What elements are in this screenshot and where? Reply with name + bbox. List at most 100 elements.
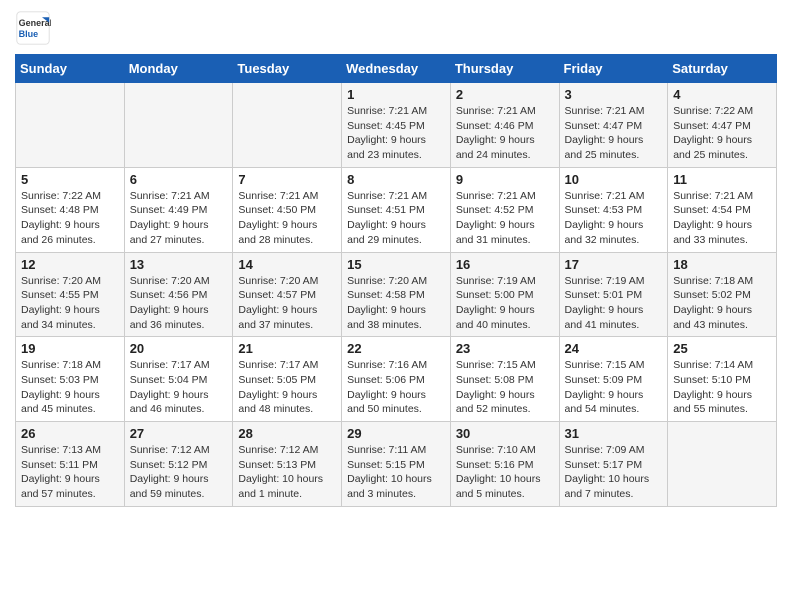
calendar-cell: 12 Sunrise: 7:20 AM Sunset: 4:55 PM Dayli…: [16, 252, 125, 337]
day-info: Sunrise: 7:21 AM Sunset: 4:53 PM Dayligh…: [565, 189, 663, 248]
day-info: Sunrise: 7:09 AM Sunset: 5:17 PM Dayligh…: [565, 443, 663, 502]
calendar-cell: 14 Sunrise: 7:20 AM Sunset: 4:57 PM Dayli…: [233, 252, 342, 337]
calendar-cell: [124, 83, 233, 168]
day-number: 1: [347, 87, 445, 102]
calendar-cell: [668, 422, 777, 507]
calendar-week-row: 1Sunrise: 7:21 AM Sunset: 4:45 PM Daylig…: [16, 83, 777, 168]
day-info: Sunrise: 7:19 AM Sunset: 5:00 PM Dayligh…: [456, 274, 554, 333]
day-info: Sunrise: 7:11 AM Sunset: 5:15 PM Dayligh…: [347, 443, 445, 502]
calendar-cell: 1Sunrise: 7:21 AM Sunset: 4:45 PM Daylig…: [342, 83, 451, 168]
day-number: 10: [565, 172, 663, 187]
day-number: 22: [347, 341, 445, 356]
day-number: 12: [21, 257, 119, 272]
calendar-cell: 16Sunrise: 7:19 AM Sunset: 5:00 PM Dayli…: [450, 252, 559, 337]
day-number: 30: [456, 426, 554, 441]
calendar-cell: 24 Sunrise: 7:15 AM Sunset: 5:09 PM Dayli…: [559, 337, 668, 422]
day-info: Sunrise: 7:21 AM Sunset: 4:51 PM Dayligh…: [347, 189, 445, 248]
day-number: 15: [347, 257, 445, 272]
day-info: Sunrise: 7:10 AM Sunset: 5:16 PM Dayligh…: [456, 443, 554, 502]
day-info: Sunrise: 7:14 AM Sunset: 5:10 PM Dayligh…: [673, 358, 771, 417]
day-info: Sunrise: 7:15 AM Sunset: 5:08 PM Dayligh…: [456, 358, 554, 417]
calendar-week-row: 5Sunrise: 7:22 AM Sunset: 4:48 PM Daylig…: [16, 167, 777, 252]
day-number: 18: [673, 257, 771, 272]
calendar-cell: [233, 83, 342, 168]
calendar-cell: [16, 83, 125, 168]
calendar-cell: 4 Sunrise: 7:22 AM Sunset: 4:47 PM Daylig…: [668, 83, 777, 168]
day-info: Sunrise: 7:17 AM Sunset: 5:04 PM Dayligh…: [130, 358, 228, 417]
calendar-week-row: 26Sunrise: 7:13 AM Sunset: 5:11 PM Dayli…: [16, 422, 777, 507]
calendar-cell: 25 Sunrise: 7:14 AM Sunset: 5:10 PM Dayli…: [668, 337, 777, 422]
day-info: Sunrise: 7:18 AM Sunset: 5:03 PM Dayligh…: [21, 358, 119, 417]
calendar-cell: 2 Sunrise: 7:21 AM Sunset: 4:46 PM Daylig…: [450, 83, 559, 168]
weekday-header-sunday: Sunday: [16, 55, 125, 83]
calendar-cell: 20 Sunrise: 7:17 AM Sunset: 5:04 PM Dayli…: [124, 337, 233, 422]
day-number: 23: [456, 341, 554, 356]
day-number: 17: [565, 257, 663, 272]
calendar-header-row: SundayMondayTuesdayWednesdayThursdayFrid…: [16, 55, 777, 83]
day-info: Sunrise: 7:20 AM Sunset: 4:56 PM Dayligh…: [130, 274, 228, 333]
day-number: 21: [238, 341, 336, 356]
calendar-cell: 3Sunrise: 7:21 AM Sunset: 4:47 PM Daylig…: [559, 83, 668, 168]
day-number: 29: [347, 426, 445, 441]
svg-text:Blue: Blue: [19, 29, 39, 39]
day-info: Sunrise: 7:21 AM Sunset: 4:49 PM Dayligh…: [130, 189, 228, 248]
header: General Blue: [15, 10, 777, 46]
day-info: Sunrise: 7:22 AM Sunset: 4:47 PM Dayligh…: [673, 104, 771, 163]
day-info: Sunrise: 7:16 AM Sunset: 5:06 PM Dayligh…: [347, 358, 445, 417]
weekday-header-tuesday: Tuesday: [233, 55, 342, 83]
calendar-cell: 28 Sunrise: 7:12 AM Sunset: 5:13 PM Dayli…: [233, 422, 342, 507]
day-number: 4: [673, 87, 771, 102]
day-number: 25: [673, 341, 771, 356]
day-info: Sunrise: 7:21 AM Sunset: 4:46 PM Dayligh…: [456, 104, 554, 163]
day-number: 31: [565, 426, 663, 441]
calendar-cell: 31 Sunrise: 7:09 AM Sunset: 5:17 PM Dayli…: [559, 422, 668, 507]
day-info: Sunrise: 7:17 AM Sunset: 5:05 PM Dayligh…: [238, 358, 336, 417]
day-number: 14: [238, 257, 336, 272]
calendar-week-row: 12 Sunrise: 7:20 AM Sunset: 4:55 PM Dayli…: [16, 252, 777, 337]
day-number: 28: [238, 426, 336, 441]
calendar-cell: 15Sunrise: 7:20 AM Sunset: 4:58 PM Dayli…: [342, 252, 451, 337]
day-number: 24: [565, 341, 663, 356]
day-number: 27: [130, 426, 228, 441]
day-info: Sunrise: 7:21 AM Sunset: 4:50 PM Dayligh…: [238, 189, 336, 248]
logo: General Blue: [15, 10, 55, 46]
day-info: Sunrise: 7:20 AM Sunset: 4:57 PM Dayligh…: [238, 274, 336, 333]
day-number: 9: [456, 172, 554, 187]
day-number: 2: [456, 87, 554, 102]
calendar-cell: 19 Sunrise: 7:18 AM Sunset: 5:03 PM Dayli…: [16, 337, 125, 422]
calendar-week-row: 19 Sunrise: 7:18 AM Sunset: 5:03 PM Dayli…: [16, 337, 777, 422]
day-number: 3: [565, 87, 663, 102]
day-info: Sunrise: 7:22 AM Sunset: 4:48 PM Dayligh…: [21, 189, 119, 248]
day-info: Sunrise: 7:19 AM Sunset: 5:01 PM Dayligh…: [565, 274, 663, 333]
day-info: Sunrise: 7:21 AM Sunset: 4:52 PM Dayligh…: [456, 189, 554, 248]
day-number: 19: [21, 341, 119, 356]
day-number: 11: [673, 172, 771, 187]
day-info: Sunrise: 7:18 AM Sunset: 5:02 PM Dayligh…: [673, 274, 771, 333]
day-info: Sunrise: 7:15 AM Sunset: 5:09 PM Dayligh…: [565, 358, 663, 417]
calendar-cell: 30 Sunrise: 7:10 AM Sunset: 5:16 PM Dayli…: [450, 422, 559, 507]
day-number: 13: [130, 257, 228, 272]
calendar-cell: 10 Sunrise: 7:21 AM Sunset: 4:53 PM Dayli…: [559, 167, 668, 252]
day-number: 8: [347, 172, 445, 187]
day-number: 20: [130, 341, 228, 356]
day-info: Sunrise: 7:20 AM Sunset: 4:55 PM Dayligh…: [21, 274, 119, 333]
day-info: Sunrise: 7:12 AM Sunset: 5:12 PM Dayligh…: [130, 443, 228, 502]
calendar-cell: 23 Sunrise: 7:15 AM Sunset: 5:08 PM Dayli…: [450, 337, 559, 422]
weekday-header-thursday: Thursday: [450, 55, 559, 83]
weekday-header-wednesday: Wednesday: [342, 55, 451, 83]
day-info: Sunrise: 7:21 AM Sunset: 4:54 PM Dayligh…: [673, 189, 771, 248]
calendar-cell: 7Sunrise: 7:21 AM Sunset: 4:50 PM Daylig…: [233, 167, 342, 252]
weekday-header-monday: Monday: [124, 55, 233, 83]
day-info: Sunrise: 7:13 AM Sunset: 5:11 PM Dayligh…: [21, 443, 119, 502]
calendar-cell: 29 Sunrise: 7:11 AM Sunset: 5:15 PM Dayli…: [342, 422, 451, 507]
calendar-cell: 17 Sunrise: 7:19 AM Sunset: 5:01 PM Dayli…: [559, 252, 668, 337]
calendar-cell: 5Sunrise: 7:22 AM Sunset: 4:48 PM Daylig…: [16, 167, 125, 252]
page: General Blue SundayMondayTuesdayWednesda…: [0, 0, 792, 522]
weekday-header-friday: Friday: [559, 55, 668, 83]
calendar-cell: 13 Sunrise: 7:20 AM Sunset: 4:56 PM Dayli…: [124, 252, 233, 337]
calendar-cell: 11 Sunrise: 7:21 AM Sunset: 4:54 PM Dayli…: [668, 167, 777, 252]
calendar-cell: 21 Sunrise: 7:17 AM Sunset: 5:05 PM Dayli…: [233, 337, 342, 422]
calendar-cell: 8 Sunrise: 7:21 AM Sunset: 4:51 PM Daylig…: [342, 167, 451, 252]
day-info: Sunrise: 7:12 AM Sunset: 5:13 PM Dayligh…: [238, 443, 336, 502]
weekday-header-saturday: Saturday: [668, 55, 777, 83]
